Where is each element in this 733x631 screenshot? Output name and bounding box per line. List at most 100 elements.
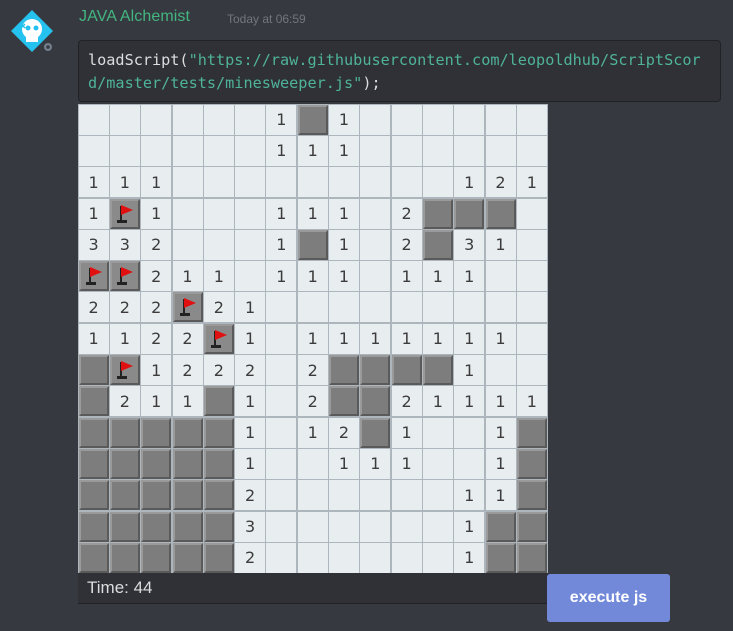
- cell-number[interactable]: 2: [391, 229, 422, 260]
- cell-number[interactable]: 1: [516, 386, 547, 417]
- cell-number[interactable]: 1: [391, 261, 422, 292]
- cell-hidden[interactable]: [329, 386, 359, 417]
- cell-number[interactable]: 2: [297, 355, 328, 385]
- cell-flagged[interactable]: [203, 323, 234, 354]
- cell-empty[interactable]: [485, 135, 516, 166]
- cell-hidden[interactable]: [329, 355, 359, 385]
- cell-empty[interactable]: [266, 448, 297, 479]
- cell-empty[interactable]: [141, 135, 172, 166]
- cell-empty[interactable]: [422, 167, 453, 198]
- cell-empty[interactable]: [360, 135, 391, 166]
- cell-flagged[interactable]: [172, 292, 203, 323]
- cell-empty[interactable]: [203, 198, 234, 229]
- cell-number[interactable]: 1: [235, 417, 266, 448]
- cell-number[interactable]: 1: [297, 261, 328, 292]
- cell-empty[interactable]: [422, 480, 453, 511]
- cell-empty[interactable]: [360, 198, 391, 229]
- cell-hidden[interactable]: [203, 417, 234, 448]
- cell-number[interactable]: 1: [266, 198, 297, 229]
- cell-hidden[interactable]: [78, 542, 109, 573]
- cell-empty[interactable]: [516, 292, 547, 323]
- cell-number[interactable]: 1: [266, 261, 297, 292]
- cell-empty[interactable]: [516, 104, 547, 135]
- cell-number[interactable]: 1: [454, 480, 485, 511]
- cell-number[interactable]: 1: [485, 448, 516, 479]
- cell-number[interactable]: 2: [235, 355, 266, 385]
- cell-empty[interactable]: [266, 542, 297, 573]
- cell-empty[interactable]: [297, 167, 328, 198]
- cell-hidden[interactable]: [516, 511, 547, 542]
- cell-number[interactable]: 2: [297, 386, 328, 417]
- cell-empty[interactable]: [297, 511, 328, 542]
- cell-empty[interactable]: [266, 417, 297, 448]
- cell-empty[interactable]: [422, 511, 453, 542]
- cell-empty[interactable]: [78, 104, 109, 135]
- cell-empty[interactable]: [329, 480, 359, 511]
- cell-number[interactable]: 2: [329, 417, 359, 448]
- cell-empty[interactable]: [485, 292, 516, 323]
- cell-number[interactable]: 1: [235, 448, 266, 479]
- cell-number[interactable]: 1: [78, 167, 109, 198]
- cell-flagged[interactable]: [78, 261, 109, 292]
- execute-js-button[interactable]: execute js: [547, 574, 670, 622]
- cell-empty[interactable]: [422, 542, 453, 573]
- cell-empty[interactable]: [454, 292, 485, 323]
- cell-empty[interactable]: [235, 104, 266, 135]
- cell-number[interactable]: 2: [109, 386, 140, 417]
- cell-number[interactable]: 1: [454, 261, 485, 292]
- cell-number[interactable]: 2: [203, 292, 234, 323]
- cell-hidden[interactable]: [360, 355, 391, 385]
- cell-empty[interactable]: [172, 198, 203, 229]
- cell-flagged[interactable]: [109, 261, 140, 292]
- cell-empty[interactable]: [391, 542, 422, 573]
- cell-hidden[interactable]: [203, 511, 234, 542]
- cell-hidden[interactable]: [203, 448, 234, 479]
- cell-hidden[interactable]: [109, 448, 140, 479]
- cell-number[interactable]: 1: [485, 323, 516, 354]
- cell-number[interactable]: 1: [454, 511, 485, 542]
- cell-empty[interactable]: [422, 104, 453, 135]
- cell-number[interactable]: 1: [485, 480, 516, 511]
- cell-hidden[interactable]: [172, 542, 203, 573]
- cell-hidden[interactable]: [297, 229, 328, 260]
- cell-empty[interactable]: [454, 135, 485, 166]
- cell-number[interactable]: 1: [360, 323, 391, 354]
- cell-number[interactable]: 2: [141, 292, 172, 323]
- cell-number[interactable]: 1: [203, 261, 234, 292]
- cell-number[interactable]: 1: [454, 355, 485, 385]
- cell-empty[interactable]: [235, 229, 266, 260]
- cell-hidden[interactable]: [109, 480, 140, 511]
- cell-empty[interactable]: [422, 417, 453, 448]
- cell-number[interactable]: 1: [360, 448, 391, 479]
- cell-number[interactable]: 1: [329, 198, 359, 229]
- cell-empty[interactable]: [360, 480, 391, 511]
- cell-number[interactable]: 1: [391, 448, 422, 479]
- cell-number[interactable]: 1: [422, 323, 453, 354]
- cell-hidden[interactable]: [172, 480, 203, 511]
- cell-empty[interactable]: [235, 261, 266, 292]
- cell-hidden[interactable]: [78, 480, 109, 511]
- cell-hidden[interactable]: [360, 417, 391, 448]
- cell-flagged[interactable]: [109, 198, 140, 229]
- cell-empty[interactable]: [203, 104, 234, 135]
- cell-empty[interactable]: [78, 135, 109, 166]
- cell-number[interactable]: 1: [266, 229, 297, 260]
- cell-number[interactable]: 1: [141, 167, 172, 198]
- cell-number[interactable]: 1: [454, 386, 485, 417]
- cell-hidden[interactable]: [172, 511, 203, 542]
- cell-number[interactable]: 1: [109, 323, 140, 354]
- cell-empty[interactable]: [360, 542, 391, 573]
- cell-empty[interactable]: [235, 167, 266, 198]
- cell-empty[interactable]: [266, 511, 297, 542]
- cell-hidden[interactable]: [172, 417, 203, 448]
- cell-hidden[interactable]: [109, 417, 140, 448]
- cell-number[interactable]: 2: [172, 355, 203, 385]
- cell-number[interactable]: 3: [78, 229, 109, 260]
- cell-hidden[interactable]: [141, 511, 172, 542]
- avatar[interactable]: [10, 9, 54, 53]
- cell-empty[interactable]: [203, 135, 234, 166]
- cell-empty[interactable]: [422, 292, 453, 323]
- cell-empty[interactable]: [329, 167, 359, 198]
- cell-hidden[interactable]: [454, 198, 485, 229]
- cell-number[interactable]: 1: [172, 386, 203, 417]
